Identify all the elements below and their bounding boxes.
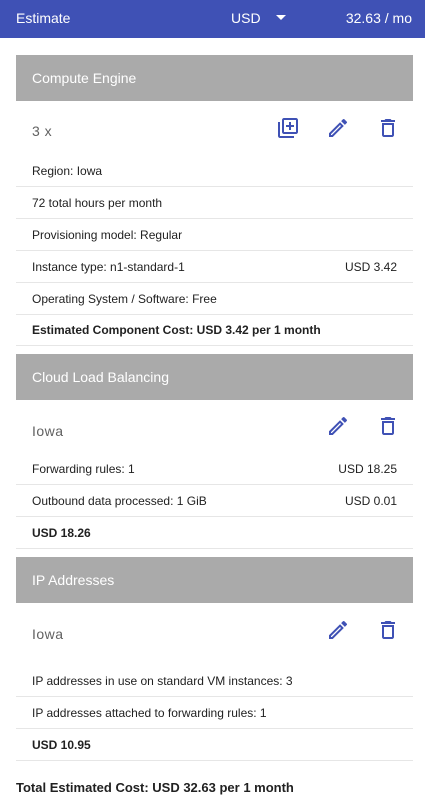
chevron-down-icon[interactable] [276,15,286,20]
edit-icon[interactable] [326,414,350,438]
compute-os-row: Operating System / Software: Free [16,283,413,315]
load-balancing-cost: USD 18.26 [32,526,91,540]
compute-cost-row: Estimated Component Cost: USD 3.42 per 1… [16,314,413,346]
forwarding-rules-cost: USD 18.25 [338,462,397,476]
hours-label: 72 total hours per month [32,196,163,210]
estimate-header: Estimate USD 32.63 / mo [0,0,425,38]
monthly-total: 32.63 / mo [345,10,412,26]
ip-forwarding-label: IP addresses attached to forwarding rule… [32,706,267,720]
outbound-data-label: Outbound data processed: 1 GiB [32,494,207,508]
ip-addresses-header: IP Addresses [16,557,413,603]
edit-icon[interactable] [326,618,350,642]
outbound-data-cost: USD 0.01 [344,494,397,508]
estimate-title: Estimate [16,10,71,26]
load-balancing-item-title: Iowa [32,423,64,439]
ip-standard-vm-row: IP addresses in use on standard VM insta… [16,665,413,697]
delete-icon[interactable] [376,618,400,642]
os-label: Operating System / Software: Free [32,292,217,306]
total-estimated-cost: Total Estimated Cost: USD 32.63 per 1 mo… [16,780,294,795]
delete-icon[interactable] [376,116,400,140]
region-label: Region: Iowa [32,164,103,178]
currency-select[interactable]: USD [231,10,261,26]
compute-component-cost: Estimated Component Cost: USD 3.42 per 1… [32,323,321,337]
add-to-estimate-icon[interactable] [276,116,300,140]
compute-instance-row: Instance type: n1-standard-1 USD 3.42 [16,251,413,283]
ip-forwarding-row: IP addresses attached to forwarding rule… [16,697,413,729]
compute-hours-row: 72 total hours per month [16,187,413,219]
ip-cost-row: USD 10.95 [16,729,413,761]
compute-engine-header: Compute Engine [16,55,413,101]
provisioning-label: Provisioning model: Regular [32,228,183,242]
load-balancing-cost-row: USD 18.26 [16,517,413,549]
instance-type-label: Instance type: n1-standard-1 [32,260,185,274]
outbound-data-row: Outbound data processed: 1 GiB USD 0.01 [16,485,413,517]
compute-item-title: 3 x [32,123,53,139]
compute-region-row: Region: Iowa [16,155,413,187]
ip-addresses-cost: USD 10.95 [32,738,91,752]
forwarding-rules-row: Forwarding rules: 1 USD 18.25 [16,453,413,485]
instance-type-cost: USD 3.42 [344,260,397,274]
ip-standard-vm-label: IP addresses in use on standard VM insta… [32,674,293,688]
edit-icon[interactable] [326,116,350,140]
compute-provisioning-row: Provisioning model: Regular [16,219,413,251]
load-balancing-header: Cloud Load Balancing [16,354,413,400]
forwarding-rules-label: Forwarding rules: 1 [32,462,135,476]
delete-icon[interactable] [376,414,400,438]
ip-item-title: Iowa [32,626,64,642]
